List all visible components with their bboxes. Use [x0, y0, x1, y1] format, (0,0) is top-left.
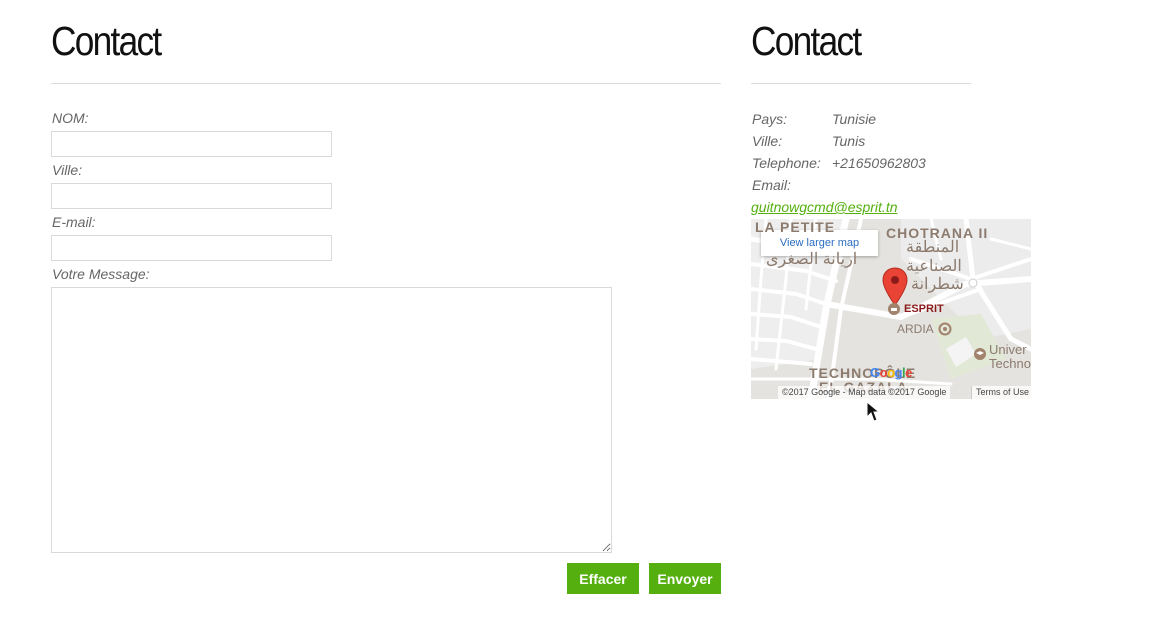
map-label-esprit: ESPRIT [904, 303, 944, 315]
info-title-divider [751, 83, 971, 84]
map-label-arabic-right-2: الصناعية [906, 258, 962, 275]
form-title-divider [51, 83, 721, 84]
nom-label: NOM: [52, 110, 89, 126]
map-pin-icon[interactable] [882, 267, 908, 307]
country-value: Tunisie [832, 111, 877, 127]
map-label-techno: Techno [989, 356, 1031, 371]
google-logo: Google [870, 365, 912, 380]
map-label-petite: LA PETITE [755, 219, 836, 235]
email-input[interactable] [51, 235, 332, 261]
map-label-ardia: ARDIA [897, 322, 934, 336]
message-textarea[interactable] [51, 287, 612, 553]
email-key: Email: [752, 177, 791, 193]
map-label-arabic-right-1: المنطقة [906, 239, 960, 256]
ville-label: Ville: [52, 162, 83, 178]
nom-input[interactable] [51, 131, 332, 157]
map-label-univer: Univer [989, 342, 1027, 357]
google-map[interactable]: View larger map LA PETITE CHOTRANA II ار… [751, 219, 1031, 399]
map-label-arabic-left: اريانة الصغرى [766, 251, 858, 268]
map-label-arabic-right-3: شطرانة [911, 276, 964, 293]
city-key: Ville: [752, 133, 783, 149]
university-poi-icon [974, 348, 986, 360]
email-link[interactable]: guitnowgcmd@esprit.tn [751, 199, 898, 215]
ardia-poi-icon [938, 322, 952, 336]
email-label: E-mail: [52, 214, 96, 230]
ville-input[interactable] [51, 183, 332, 209]
map-attribution: ©2017 Google - Map data ©2017 Google [778, 386, 951, 399]
country-key: Pays: [752, 111, 788, 127]
form-title: Contact [51, 18, 162, 64]
mouse-cursor-icon [866, 401, 880, 422]
esprit-poi-icon [888, 303, 900, 315]
submit-button[interactable]: Envoyer [649, 563, 721, 594]
city-value: Tunis [832, 133, 866, 149]
phone-value: +21650962803 [832, 155, 926, 171]
phone-key: Telephone: [752, 155, 821, 171]
reset-button[interactable]: Effacer [567, 563, 639, 594]
map-terms-link[interactable]: Terms of Use [971, 386, 1031, 399]
message-label: Votre Message: [52, 266, 150, 282]
info-title: Contact [751, 18, 862, 64]
